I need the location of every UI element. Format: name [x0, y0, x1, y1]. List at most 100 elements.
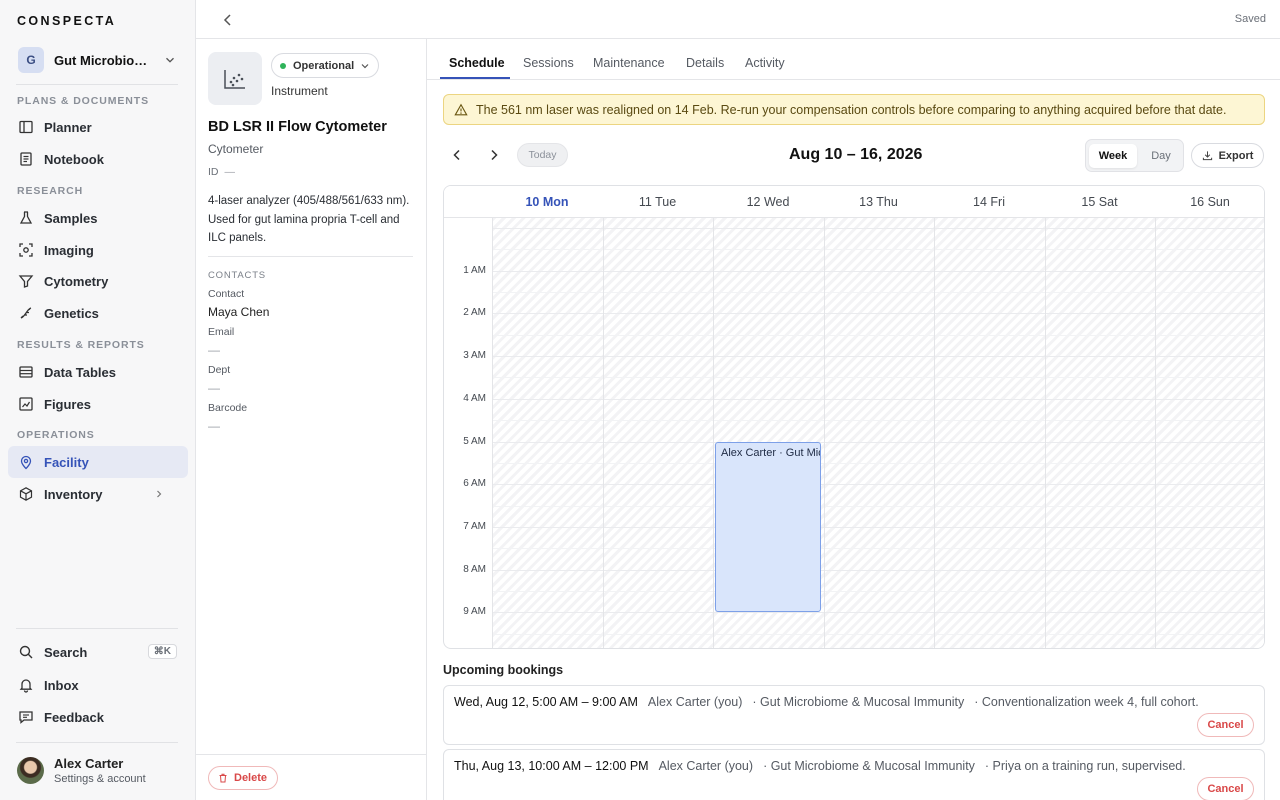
contacts-heading: CONTACTS: [208, 270, 266, 281]
today-button[interactable]: Today: [517, 143, 568, 167]
dept-label: Dept: [208, 364, 231, 376]
day-header: 13 Thu: [859, 195, 898, 209]
cancel-booking-button[interactable]: Cancel: [1197, 777, 1254, 800]
unavailable-slot: [602, 218, 713, 648]
hour-label: 5 AM: [463, 435, 486, 447]
status-dropdown[interactable]: Operational: [271, 53, 380, 78]
status-label: Operational: [293, 59, 355, 72]
sidebar-item-figures[interactable]: Figures: [8, 388, 188, 420]
location-icon: [20, 455, 32, 470]
booking-note: · Conventionalization week 4, full cohor…: [974, 695, 1199, 709]
active-tab-indicator: [440, 77, 510, 79]
sidebar-feedback[interactable]: Feedback: [8, 701, 188, 733]
hour-label: 9 AM: [463, 606, 486, 618]
grid-line: [823, 218, 825, 648]
trash-icon: [219, 773, 227, 783]
sidebar-item-label: Planner: [44, 119, 92, 135]
unavailable-slot: [492, 218, 603, 648]
hour-label: 6 AM: [463, 478, 486, 490]
unavailable-slot: [934, 218, 1045, 648]
sidebar-item-notebook[interactable]: Notebook: [8, 143, 188, 175]
hour-label: 7 AM: [463, 520, 486, 532]
tab-maintenance[interactable]: Maintenance: [593, 56, 665, 70]
email-value: —: [208, 343, 220, 357]
grid-line: [492, 420, 1264, 422]
grid-line: [492, 548, 1264, 550]
top-bar: Saved: [196, 0, 1280, 39]
instrument-id: ID —: [208, 166, 235, 178]
grid-line: [492, 569, 1264, 571]
user-account[interactable]: Alex Carter Settings & account: [17, 756, 146, 785]
view-day-button[interactable]: Day: [1137, 144, 1185, 168]
sidebar-item-label: Figures: [44, 396, 91, 412]
booking-project: · Gut Microbiome & Mucosal Immunity: [752, 695, 965, 709]
divider: [16, 742, 178, 743]
sidebar-item-label: Data Tables: [44, 364, 117, 380]
feedback-label: Feedback: [44, 709, 104, 725]
view-toggle: Week Day: [1085, 139, 1184, 172]
warning-text: The 561 nm laser was realigned on 14 Feb…: [476, 102, 1227, 117]
next-week-icon[interactable]: [486, 147, 502, 163]
tab-details[interactable]: Details: [686, 56, 724, 70]
sidebar-item-label: Imaging: [44, 242, 94, 258]
email-label: Email: [208, 326, 235, 338]
dna-icon: [20, 307, 32, 319]
sidebar-item-genetics[interactable]: Genetics: [8, 297, 188, 329]
inbox-label: Inbox: [44, 677, 79, 693]
sidebar-item-inventory[interactable]: Inventory: [8, 478, 188, 510]
unavailable-slot: [1155, 218, 1264, 648]
tab-activity[interactable]: Activity: [745, 56, 785, 70]
sidebar-inbox[interactable]: Inbox: [8, 669, 188, 701]
barcode-label: Barcode: [208, 402, 248, 414]
sidebar-item-planner[interactable]: Planner: [8, 111, 188, 143]
search-label: Search: [44, 644, 88, 660]
flask-icon: [19, 211, 33, 224]
notebook-icon: [20, 152, 32, 166]
booking-time: Thu, Aug 13, 10:00 AM – 12:00 PM: [454, 759, 649, 773]
grid-line: [492, 377, 1264, 379]
export-button[interactable]: Export: [1191, 143, 1264, 168]
grid-line: [492, 313, 1264, 315]
bell-icon: [19, 679, 33, 693]
status-dot: [280, 62, 286, 69]
grid-line: [492, 270, 1264, 272]
sidebar-item-data-tables[interactable]: Data Tables: [8, 356, 188, 388]
tab-sessions[interactable]: Sessions: [523, 56, 574, 70]
section-plans: PLANS & DOCUMENTS: [17, 95, 149, 107]
grid-line: [492, 334, 1264, 336]
download-icon: [1202, 151, 1212, 161]
booking-project: · Gut Microbiome & Mucosal Immunity: [763, 759, 975, 773]
workspace-switcher[interactable]: G Gut Microbiome & Mucosal Immunity: [9, 44, 187, 76]
sidebar-item-imaging[interactable]: Imaging: [8, 234, 188, 266]
day-header: 12 Wed: [746, 195, 790, 209]
booking-note: · Priya on a training run, supervised.: [984, 759, 1186, 773]
grid-line: [1044, 218, 1046, 648]
tab-schedule[interactable]: Schedule: [449, 56, 505, 70]
grid-line: [602, 218, 604, 648]
grid-line: [492, 505, 1264, 507]
brand-logo: CONSPECTA: [17, 14, 117, 28]
view-week-button[interactable]: Week: [1089, 144, 1137, 168]
grid-line: [492, 526, 1264, 528]
sidebar-item-cytometry[interactable]: Cytometry: [8, 265, 188, 297]
calendar-booking[interactable]: Alex Carter · Gut Microbiome & Mucosal I…: [715, 441, 821, 613]
calendar-header: 10 Mon 11 Tue 12 Wed 13 Thu 14 Fri 15 Sat 16 S…: [444, 186, 1264, 218]
back-icon[interactable]: [220, 12, 236, 28]
sidebar-item-samples[interactable]: Samples: [8, 202, 188, 234]
delete-label: Delete: [234, 772, 268, 784]
instrument-type: Instrument: [271, 84, 328, 98]
unavailable-slot: [1044, 218, 1155, 648]
grid-line: [492, 590, 1264, 592]
grid-line: [492, 633, 1264, 635]
calendar-grid: 1 AM2 AM3 AM4 AM5 AM6 AM7 AM8 AM9 AM10 A…: [444, 218, 1264, 648]
sidebar-search[interactable]: Search ⌘K: [8, 636, 188, 668]
instrument-description: 4-laser analyzer (405/488/561/633 nm). U…: [208, 195, 410, 244]
workspace-name: Gut Microbiome & Mucosal Immunity: [54, 52, 152, 68]
cancel-booking-button[interactable]: Cancel: [1197, 713, 1254, 737]
delete-button[interactable]: Delete: [208, 766, 279, 790]
grid-line: [492, 612, 1264, 614]
save-status: Saved: [1234, 13, 1266, 25]
sidebar-item-facility[interactable]: Facility: [8, 446, 188, 478]
previous-week-icon[interactable]: [449, 147, 465, 163]
grid-line: [713, 218, 714, 648]
